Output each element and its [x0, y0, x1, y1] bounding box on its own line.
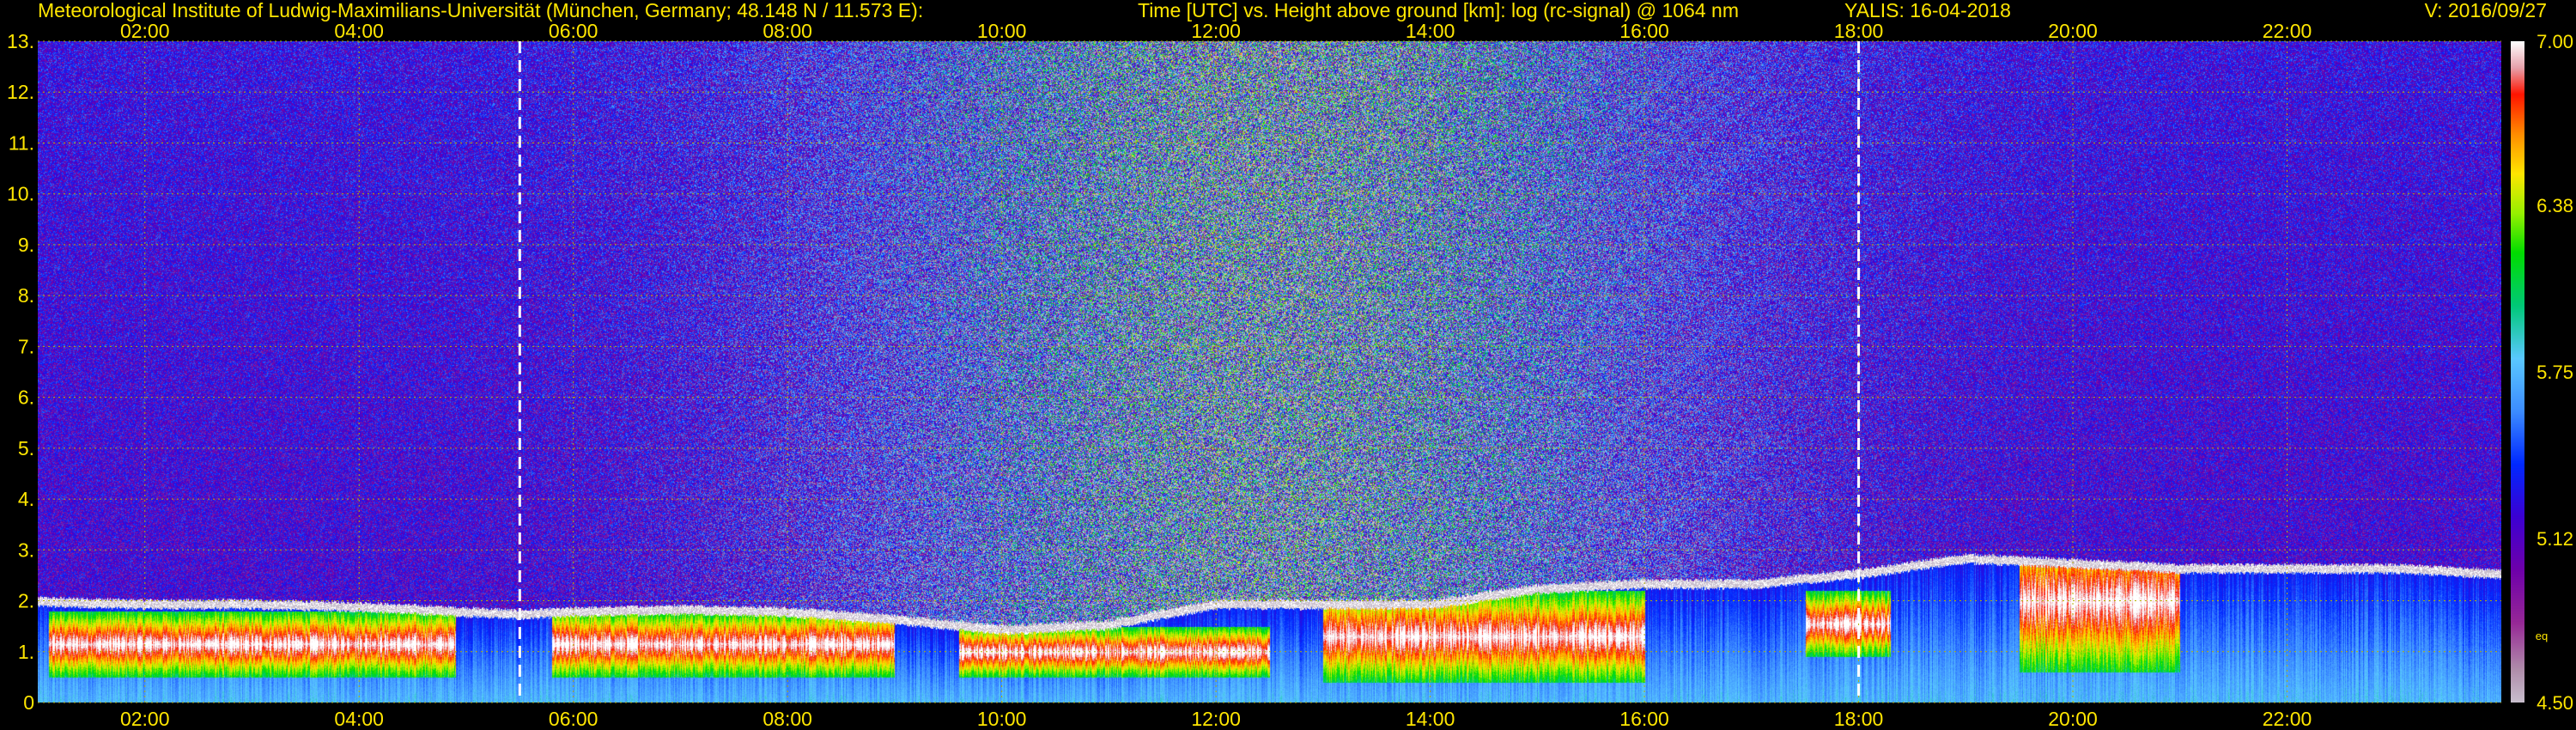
x-tick-label-top: 18:00 — [1834, 20, 1884, 42]
header-version: V: 2016/09/27 — [2425, 0, 2547, 21]
x-tick-label-top: 02:00 — [120, 20, 170, 42]
x-tick-label-bottom: 02:00 — [120, 708, 170, 730]
colorbar-label: 4.50 — [2537, 692, 2573, 714]
y-tick-label: 5. — [18, 437, 34, 459]
x-tick-label-bottom: 04:00 — [334, 708, 384, 730]
colorbar-footnote: eq — [2536, 630, 2548, 642]
y-tick-label: 7. — [18, 335, 34, 357]
x-tick-label-top: 16:00 — [1619, 20, 1669, 42]
colorbar-label: 6.38 — [2537, 195, 2573, 216]
x-tick-label-top: 14:00 — [1406, 20, 1455, 42]
x-tick-label-bottom: 10:00 — [977, 708, 1027, 730]
y-tick-label: 0 — [23, 691, 34, 714]
x-tick-label-bottom: 12:00 — [1191, 708, 1241, 730]
x-tick-label-top: 04:00 — [334, 20, 384, 42]
colorbar-label: 5.12 — [2537, 528, 2573, 550]
x-tick-label-bottom: 08:00 — [762, 708, 812, 730]
colorbar-label: 5.75 — [2537, 362, 2573, 383]
x-tick-label-bottom: 06:00 — [549, 708, 598, 730]
y-tick-label: 6. — [18, 386, 34, 409]
y-tick-label: 2. — [18, 590, 34, 612]
x-tick-label-top: 22:00 — [2263, 20, 2312, 42]
y-tick-label: 8. — [18, 284, 34, 307]
x-tick-label-top: 08:00 — [762, 20, 812, 42]
lidar-quicklook: Meteorological Institute of Ludwig-Maxim… — [0, 0, 2576, 730]
x-tick-label-bottom: 18:00 — [1834, 708, 1884, 730]
y-tick-label: 11. — [9, 131, 34, 154]
y-tick-label: 4. — [18, 488, 34, 510]
header-instrument: YALIS: 16-04-2018 — [1844, 0, 2011, 21]
header-center: Time [UTC] vs. Height above ground [km]:… — [1138, 0, 1739, 21]
x-tick-label-top: 12:00 — [1191, 20, 1241, 42]
x-tick-label-top: 10:00 — [977, 20, 1027, 42]
x-tick-label-bottom: 22:00 — [2263, 708, 2312, 730]
x-tick-label-bottom: 14:00 — [1406, 708, 1455, 730]
x-tick-label-bottom: 16:00 — [1619, 708, 1669, 730]
y-tick-label: 9. — [18, 234, 34, 256]
x-tick-label-top: 06:00 — [549, 20, 598, 42]
x-tick-label-bottom: 20:00 — [2048, 708, 2098, 730]
y-tick-label: 13. — [7, 30, 34, 52]
colorbar-label: 7.00 — [2537, 31, 2573, 52]
y-tick-label: 10. — [7, 183, 34, 205]
y-tick-label: 1. — [18, 641, 34, 663]
x-tick-label-top: 20:00 — [2048, 20, 2098, 42]
y-tick-label: 3. — [18, 538, 34, 561]
y-tick-label: 12. — [7, 81, 34, 103]
header-left: Meteorological Institute of Ludwig-Maxim… — [38, 0, 923, 21]
plot-area — [38, 40, 2501, 703]
